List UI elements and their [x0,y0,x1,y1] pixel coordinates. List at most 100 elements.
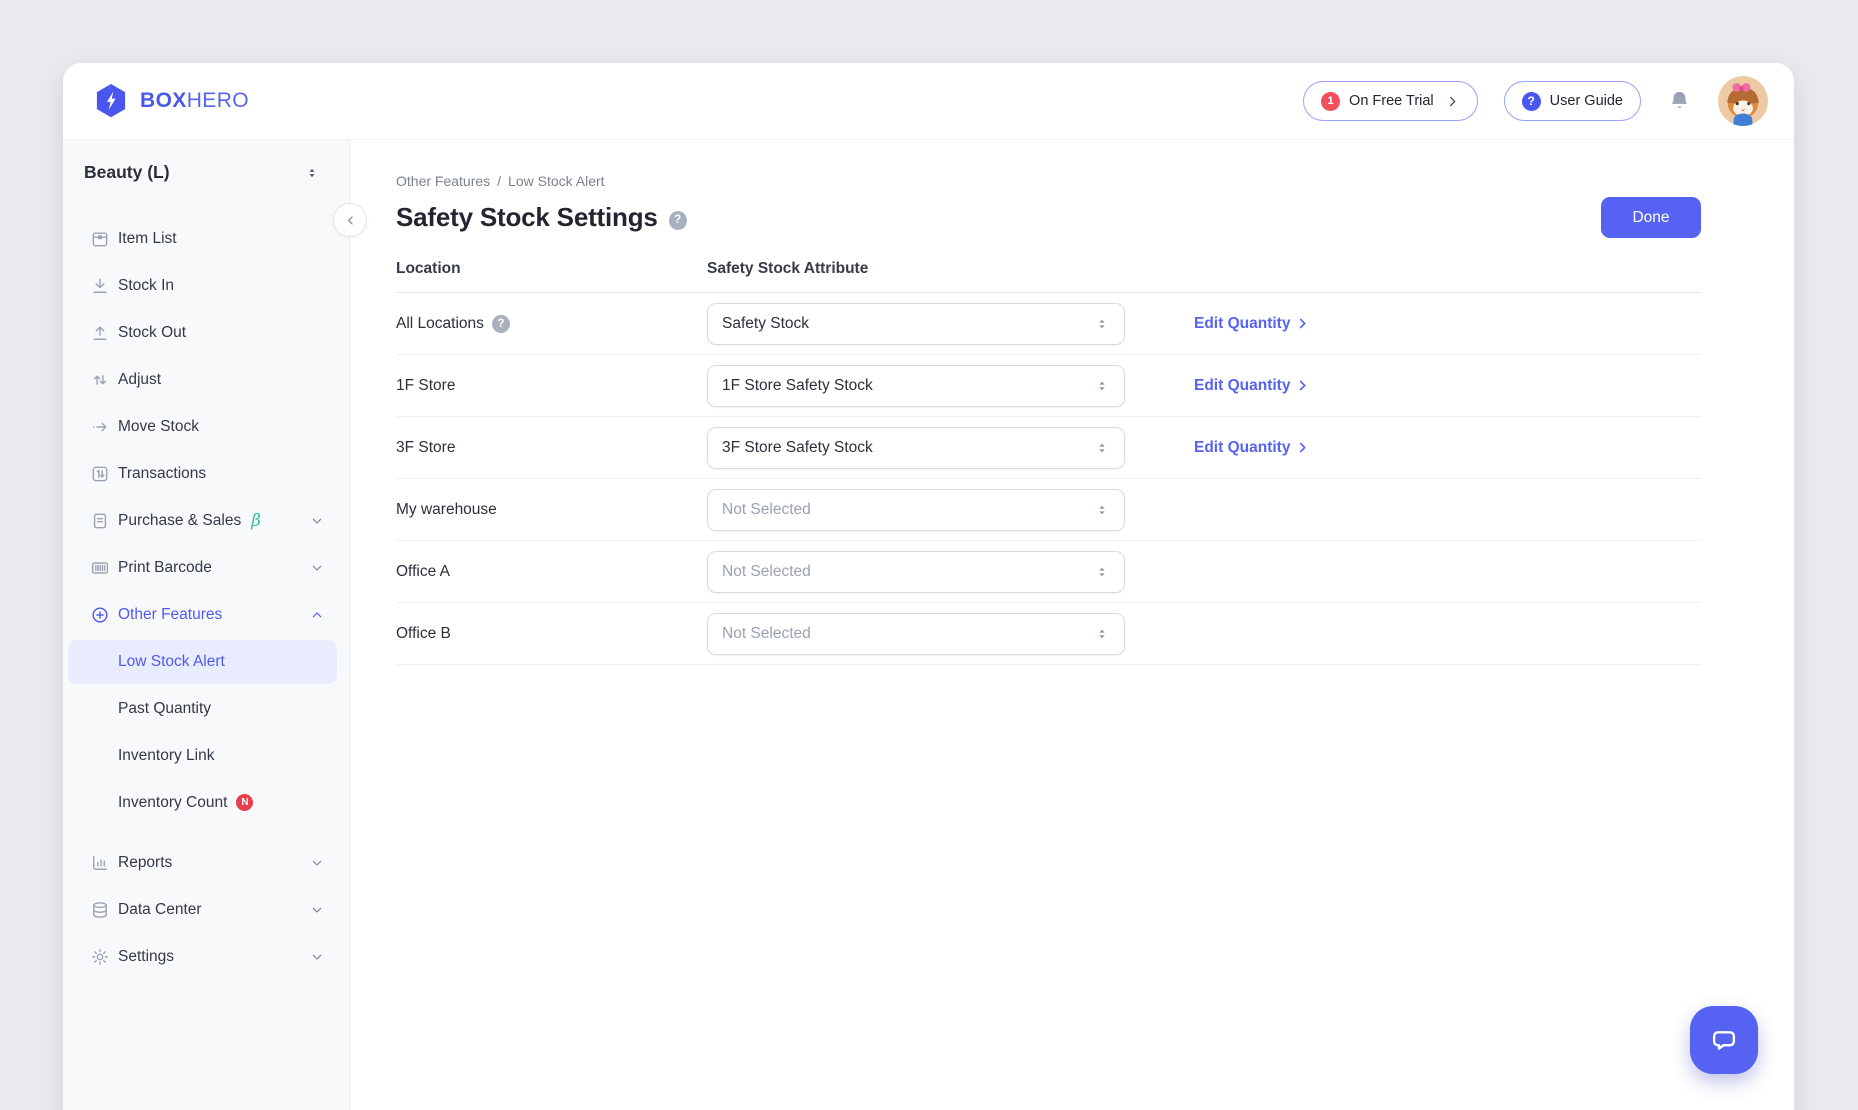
edit-quantity-link[interactable]: Edit Quantity [1194,439,1310,457]
sidebar-item-data-center[interactable]: Data Center [63,886,349,933]
reports-icon [90,853,110,873]
location-row: 3F Store 3F Store Safety Stock Edit Quan… [396,417,1701,479]
chevron-icon [309,513,325,529]
location-label: All Locations [396,315,484,333]
settings-table-body: All Locations ? Safety Stock Edit Quanti… [396,293,1701,665]
select-value: Not Selected [722,563,811,581]
desktop-background: BOXHERO 1 On Free Trial ? User Guide [0,0,1858,1110]
edit-quantity-label: Edit Quantity [1194,439,1290,457]
team-switch-updown-icon [305,165,319,181]
safety-stock-select[interactable]: Safety Stock [707,303,1125,345]
sidebar-item-settings[interactable]: Settings [63,933,349,980]
notifications-bell-icon[interactable] [1667,89,1692,114]
breadcrumb-other-features[interactable]: Other Features [396,173,490,189]
boxhero-wordmark: BOXHERO [140,89,249,113]
sidebar: Beauty (L) Item List Stock In Stock Out … [63,140,350,1110]
sidebar-item-adjust[interactable]: Adjust [63,356,349,403]
inventory-count-label: Inventory Count [118,794,227,812]
user-guide-button[interactable]: ? User Guide [1504,81,1641,121]
sidebar-item-other-features[interactable]: Other Features [63,591,349,638]
select-caret-icon [1094,502,1110,518]
boxhero-logo[interactable]: BOXHERO [93,82,249,120]
sidebar-item-past-quantity[interactable]: Past Quantity [63,685,349,732]
edit-quantity-label: Edit Quantity [1194,315,1290,333]
chevron-icon [309,949,325,965]
stock-out-icon [90,323,110,343]
user-avatar[interactable] [1718,76,1768,126]
sidebar-item-inventory-link[interactable]: Inventory Link [63,732,349,779]
safety-stock-select[interactable]: 3F Store Safety Stock [707,427,1125,469]
top-bar: BOXHERO 1 On Free Trial ? User Guide [63,63,1794,139]
location-label: Office B [396,625,451,643]
boxhero-hexagon-icon [93,82,129,120]
edit-quantity-link[interactable]: Edit Quantity [1194,315,1310,333]
free-trial-button[interactable]: 1 On Free Trial [1303,81,1478,121]
location-label: 1F Store [396,377,455,395]
safety-stock-select[interactable]: 1F Store Safety Stock [707,365,1125,407]
edit-quantity-link[interactable]: Edit Quantity [1194,377,1310,395]
settings-icon [90,947,110,967]
page-title: Safety Stock Settings [396,202,658,233]
edit-quantity-label: Edit Quantity [1194,377,1290,395]
data-center-icon [90,900,110,920]
select-value: 1F Store Safety Stock [722,377,873,395]
print-barcode-label: Print Barcode [118,559,212,577]
title-help-icon[interactable]: ? [669,211,687,230]
safety-stock-select[interactable]: Not Selected [707,613,1125,655]
sidebar-item-inventory-count[interactable]: Inventory Count N [63,779,349,826]
table-header: Location Safety Stock Attribute [396,260,1701,293]
sidebar-item-stock-out[interactable]: Stock Out [63,309,349,356]
chevron-right-icon [1295,316,1310,331]
sidebar-item-reports[interactable]: Reports [63,839,349,886]
sidebar-item-transactions[interactable]: Transactions [63,450,349,497]
safety-stock-select[interactable]: Not Selected [707,551,1125,593]
sidebar-item-print-barcode[interactable]: Print Barcode [63,544,349,591]
team-switcher[interactable]: Beauty (L) [63,140,349,183]
chevron-right-icon [1295,440,1310,455]
settings-label: Settings [118,948,174,966]
adjust-icon [90,370,110,390]
sidebar-collapse-button[interactable] [333,203,367,237]
top-bar-actions: 1 On Free Trial ? User Guide [1303,76,1768,126]
stock-in-label: Stock In [118,277,174,295]
select-caret-icon [1094,316,1110,332]
column-safety-stock-attribute: Safety Stock Attribute [707,260,868,278]
breadcrumb: Other Features / Low Stock Alert [396,173,1701,189]
free-trial-label: On Free Trial [1349,93,1434,109]
chevron-right-icon [1295,378,1310,393]
user-guide-label: User Guide [1550,93,1623,109]
item-list-label: Item List [118,230,177,248]
chat-widget-button[interactable] [1690,1006,1758,1074]
location-help-icon[interactable]: ? [492,315,510,333]
sidebar-item-item-list[interactable]: Item List [63,215,349,262]
chevron-icon [309,902,325,918]
team-name: Beauty (L) [84,162,170,183]
stock-out-label: Stock Out [118,324,186,342]
location-row: Office B Not Selected [396,603,1701,665]
location-row: All Locations ? Safety Stock Edit Quanti… [396,293,1701,355]
select-value: 3F Store Safety Stock [722,439,873,457]
move-stock-label: Move Stock [118,418,199,436]
location-label: Office A [396,563,450,581]
safety-stock-select[interactable]: Not Selected [707,489,1125,531]
select-caret-icon [1094,564,1110,580]
sidebar-item-low-stock-alert[interactable]: Low Stock Alert [68,640,337,684]
sidebar-item-move-stock[interactable]: Move Stock [63,403,349,450]
sidebar-item-purchase-sales[interactable]: Purchase & Sales β [63,497,349,544]
title-row: Safety Stock Settings ? Done [396,197,1701,238]
sidebar-item-stock-in[interactable]: Stock In [63,262,349,309]
main-content: Other Features / Low Stock Alert Safety … [350,140,1794,1110]
breadcrumb-low-stock-alert[interactable]: Low Stock Alert [508,173,605,189]
location-label: My warehouse [396,501,497,519]
low-stock-alert-label: Low Stock Alert [118,653,225,671]
location-row: My warehouse Not Selected [396,479,1701,541]
select-caret-icon [1094,440,1110,456]
chevron-right-icon [1445,94,1460,109]
select-caret-icon [1094,626,1110,642]
select-caret-icon [1094,378,1110,394]
adjust-label: Adjust [118,371,161,389]
location-row: 1F Store 1F Store Safety Stock Edit Quan… [396,355,1701,417]
chevron-left-icon [343,213,358,228]
transactions-label: Transactions [118,465,206,483]
done-button[interactable]: Done [1601,197,1701,238]
